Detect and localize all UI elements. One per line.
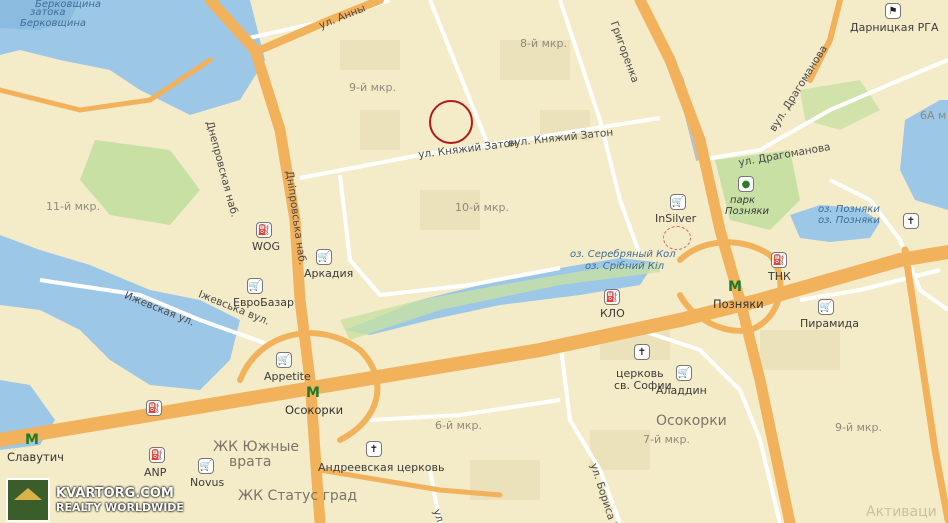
poi-label-arkadia: Аркадия	[304, 267, 354, 280]
water-label-pozniaki-ua: оз. Позняки	[818, 215, 880, 226]
western-water	[0, 235, 240, 390]
watermark-main: KVARTORG.COM	[56, 486, 174, 501]
district-label-7: 7-й мкр.	[643, 433, 691, 446]
poi-label-novus: Novus	[190, 476, 225, 489]
district-label-osokorki: Осокорки	[656, 413, 727, 429]
water-label-pozniaki-ru: оз. Позняки	[818, 204, 880, 215]
poi-label-evrobazar: ЕвроБазар	[233, 296, 295, 309]
map-canvas[interactable]: Берковщина затока Берковщина оз. Серебря…	[0, 0, 948, 523]
fuel-station-icon[interactable]: ⛽	[146, 400, 162, 416]
water-label-serebr-ru: оз. Серебряный Кол	[570, 249, 676, 260]
metro-icon-slavutich[interactable]: M	[25, 432, 39, 448]
water-label-zatoka: затока	[30, 7, 66, 18]
government-flag-icon[interactable]: ⚑	[885, 3, 901, 19]
church-cross-icon[interactable]: ✝	[634, 344, 650, 360]
district-label-9b: 9-й мкр.	[835, 421, 883, 434]
poi-label-andreevskaya: Андреевская церковь	[318, 461, 445, 474]
watermark: KVARTORG.COM REALTY WORLDWIDE	[6, 478, 184, 522]
poi-label-darnitska: Дарницкая РГА	[850, 21, 939, 34]
church-cross-icon[interactable]: ✝	[366, 441, 382, 457]
fuel-station-icon[interactable]: ⛽	[256, 222, 272, 238]
poi-label-aladdin: Аладдин	[656, 384, 707, 397]
shopping-cart-icon[interactable]: 🛒	[670, 194, 686, 210]
poi-label-piramida: Пирамида	[800, 317, 859, 330]
watermark-sub: REALTY WORLDWIDE	[56, 501, 184, 514]
district-label-10: 10-й мкр.	[455, 201, 510, 214]
area-outline	[663, 226, 691, 250]
poi-label-appetite: Appetite	[264, 370, 311, 383]
right-vertical	[901, 246, 948, 523]
shopping-cart-icon[interactable]: 🛒	[247, 278, 263, 294]
district-label-zhk-status: ЖК Статус град	[238, 488, 358, 504]
district-label-6: 6-й мкр.	[435, 419, 483, 432]
metro-label-pozniaki: Позняки	[713, 297, 764, 311]
park-label-2: Позняки	[725, 206, 770, 217]
tree-park-icon[interactable]: ●	[738, 176, 754, 192]
poi-label-wog: WOG	[252, 240, 281, 253]
district-label-zhk-yuzhnye: ЖК Южные	[213, 439, 300, 455]
location-marker-ring[interactable]	[429, 100, 473, 144]
shopping-cart-icon[interactable]: 🛒	[198, 458, 214, 474]
metro-label-slavutich: Славутич	[7, 450, 64, 464]
watermark-logo	[6, 478, 50, 522]
shopping-cart-icon[interactable]: 🛒	[276, 352, 292, 368]
district-label-8: 8-й мкр.	[520, 37, 568, 50]
poi-label-insilver: InSilver	[655, 212, 697, 225]
fuel-station-icon[interactable]: ⛽	[604, 289, 620, 305]
poi-label-tnk: ТНК	[768, 270, 791, 283]
park-label: парк	[730, 195, 756, 206]
poi-label-church: церковь	[616, 367, 664, 380]
metro-icon-pozniaki[interactable]: M	[728, 279, 742, 295]
metro-label-osokorki: Осокорки	[285, 403, 344, 417]
poi-label-klo: КЛО	[600, 307, 625, 320]
district-label-11: 11-й мкр.	[46, 200, 101, 213]
poi-label-anp: ANP	[144, 466, 167, 479]
church-cross-icon[interactable]: ✝	[903, 213, 919, 229]
district-label-6a: 6А м	[920, 109, 947, 122]
activation-watermark: Активаци	[866, 504, 937, 520]
fuel-station-icon[interactable]: ⛽	[771, 252, 787, 268]
district-label-zhk-yuzhnye-2: врата	[229, 454, 272, 470]
water-label-serebr-ua: оз. Срібний Кіл	[585, 261, 665, 272]
street-label-ul: ул	[430, 507, 446, 523]
district-label-9: 9-й мкр.	[349, 81, 397, 94]
fuel-station-icon[interactable]: ⛽	[149, 447, 165, 463]
metro-icon-osokorki[interactable]: M	[306, 385, 320, 401]
shopping-cart-icon[interactable]: 🛒	[818, 299, 834, 315]
shopping-cart-icon[interactable]: 🛒	[676, 365, 692, 381]
shopping-cart-icon[interactable]: 🛒	[316, 249, 332, 265]
water-label-zatoka-name: Берковщина	[20, 18, 86, 29]
